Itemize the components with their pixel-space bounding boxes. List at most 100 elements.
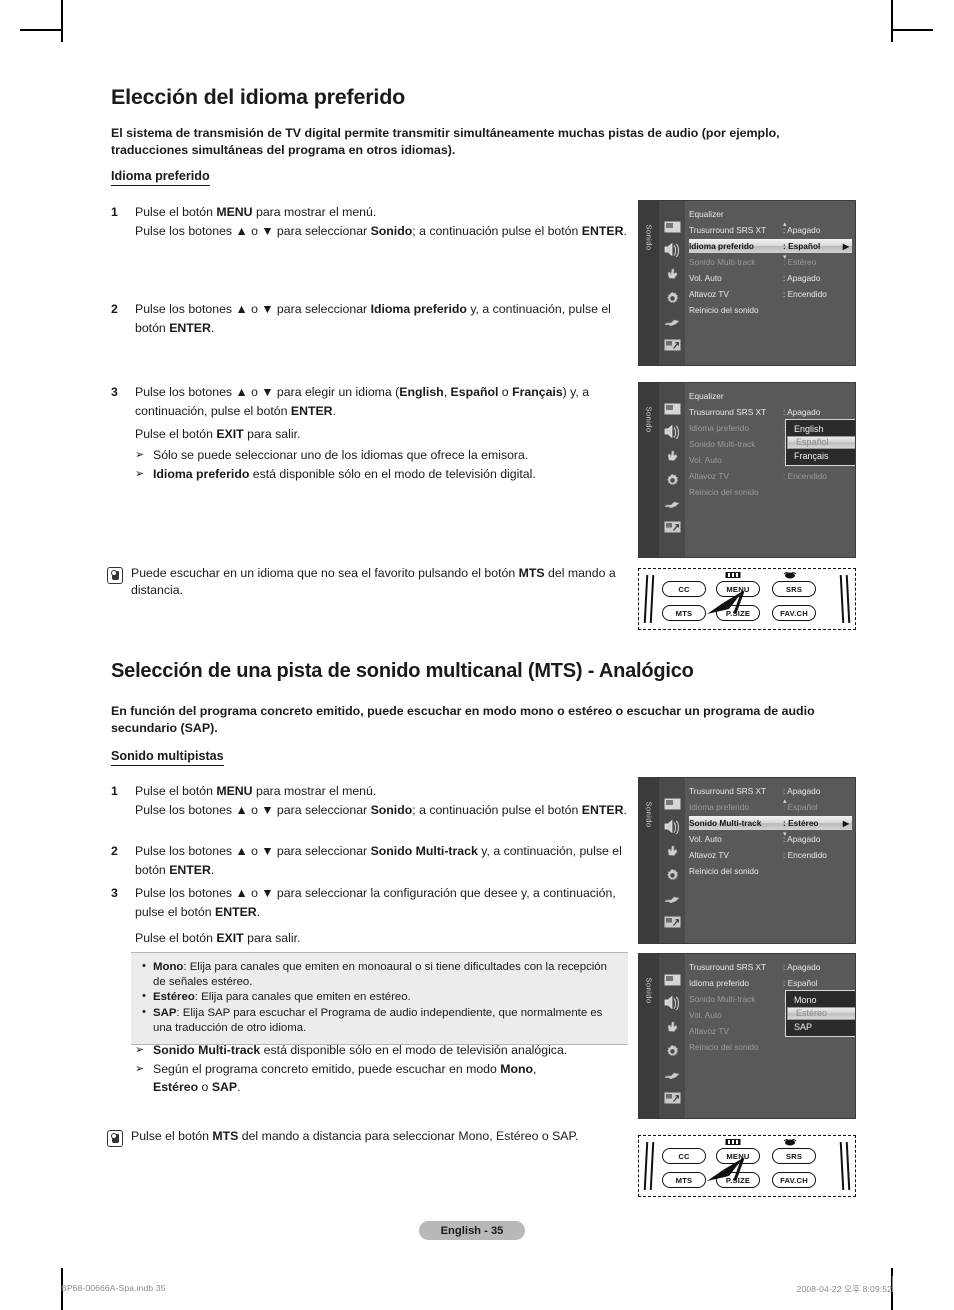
tv-menu-row[interactable]: Reinicio del sonido <box>689 303 852 316</box>
tv-menu-row[interactable]: Trusurround SRS XT: Apagado <box>689 223 852 236</box>
tv-menu-row[interactable]: Sonido Multi-track: Estéreo ▶ <box>689 816 852 830</box>
infobox-item: • Estéreo: Elija para canales que emiten… <box>141 990 618 1005</box>
tv-menu-row[interactable]: Altavoz TV: Encendido <box>689 848 852 861</box>
infobox-term: Estéreo <box>153 991 195 1004</box>
picture-icon[interactable] <box>662 796 682 811</box>
tv-menu-screenshot-4: Sonido Trusurround SRS XT: Apagado Idioma… <box>638 953 856 1119</box>
imprint-divider <box>892 1276 893 1292</box>
bullet-item: ➢ Idioma preferido está disponible sólo … <box>135 465 645 484</box>
scroll-caret-icon: ▴ <box>783 798 787 805</box>
step-key: Français <box>512 385 563 399</box>
arrow-bullet-icon: ➢ <box>135 449 145 461</box>
setup-icon[interactable] <box>662 868 682 883</box>
sound-icon[interactable] <box>662 424 682 439</box>
exit-text: para salir. <box>243 931 301 945</box>
channel-icon[interactable] <box>662 844 682 859</box>
step-key: ENTER <box>169 320 211 335</box>
step-number: 1 <box>111 205 118 219</box>
tv-menu-row[interactable]: Reinicio del sonido <box>689 485 852 498</box>
remote-button-favch[interactable]: FAV.CH <box>772 1172 816 1188</box>
tv-menu-row-value: : Encendido <box>783 288 827 299</box>
channel-icon[interactable] <box>662 267 682 282</box>
remote-button-srs[interactable]: SRS <box>772 581 816 597</box>
sound-icon[interactable] <box>662 242 682 257</box>
tv-icon-rail <box>659 778 685 943</box>
setup-icon[interactable] <box>662 1044 682 1059</box>
dropdown-option[interactable]: Español <box>787 436 855 449</box>
tv-menu-row[interactable]: Altavoz TV : Encendido <box>689 287 852 300</box>
support-icon[interactable] <box>662 337 682 352</box>
tv-menu-row[interactable]: Trusurround SRS XT: Apagado <box>689 784 852 797</box>
remote-body-edge <box>845 1141 851 1191</box>
tv-menu-row[interactable]: Vol. Auto: Apagado <box>689 271 852 284</box>
tv-menu-row-label: Idioma preferido <box>689 422 749 433</box>
step-text: para mostrar el menú. <box>252 205 377 219</box>
pointer-arrow-icon <box>699 1156 745 1193</box>
tv-menu-row-value: : Apagado <box>783 785 821 796</box>
srs-indicator-icon <box>782 1138 798 1148</box>
tv-menu-row[interactable]: Equalizer <box>689 389 852 402</box>
sound-icon[interactable] <box>662 819 682 834</box>
tv-menu-row-label: Altavoz TV <box>689 288 729 299</box>
setup-icon[interactable] <box>662 291 682 306</box>
cc-indicator-icon <box>725 1138 741 1148</box>
tv-menu-row-label: Reinicio del sonido <box>689 865 759 876</box>
support-icon[interactable] <box>662 519 682 534</box>
tv-menu-row[interactable]: Idioma preferido: Español <box>689 800 852 813</box>
tv-menu-row[interactable]: Equalizer <box>689 207 852 220</box>
bullet-bold: SAP <box>211 1080 238 1094</box>
step-text: o <box>498 385 513 399</box>
input-icon[interactable] <box>662 891 682 906</box>
support-icon[interactable] <box>662 1090 682 1105</box>
tv-menu-row[interactable]: Idioma preferido: Español ▶ <box>689 239 852 253</box>
dropdown-option[interactable]: Estéreo <box>787 1007 855 1020</box>
tv-menu-row-label: Vol. Auto <box>689 454 722 465</box>
tv-menu-row[interactable]: Trusurround SRS XT: Apagado <box>689 960 852 973</box>
tv-menu-list-3: Trusurround SRS XT: Apagado Idioma prefer… <box>685 778 855 943</box>
dropdown-option[interactable]: SAP <box>786 1020 855 1034</box>
tv-menu-row-label: Idioma preferido <box>689 977 749 988</box>
remote-button-favch[interactable]: FAV.CH <box>772 605 816 621</box>
cc-indicator-icon <box>725 571 741 581</box>
tv-menu-row-label: Vol. Auto <box>689 1009 722 1020</box>
mts-options-infobox: • Mono: Elija para canales que emiten en… <box>131 952 628 1046</box>
picture-icon[interactable] <box>662 972 682 987</box>
bullet-text: . <box>237 1080 241 1094</box>
dropdown-option[interactable]: Français <box>786 449 855 463</box>
mts-dropdown[interactable]: Mono Estéreo SAP <box>785 990 855 1037</box>
support-icon[interactable] <box>662 914 682 929</box>
tv-menu-row[interactable]: Altavoz TV: Encendido <box>689 469 852 482</box>
tv-menu-screenshot-3: Sonido Trusurround SRS XT: Apagado Idioma… <box>638 777 856 944</box>
input-icon[interactable] <box>662 496 682 511</box>
step-key: ENTER <box>215 904 257 919</box>
tv-menu-row-label: Equalizer <box>689 390 724 401</box>
language-dropdown[interactable]: English Español Français <box>785 419 855 466</box>
exit-text: para salir. <box>243 427 301 441</box>
tv-menu-row[interactable]: Sonido Multi-track: Estéreo <box>689 255 852 268</box>
input-icon[interactable] <box>662 314 682 329</box>
tv-sidebar-label: Sonido <box>644 224 654 251</box>
press-button-icon <box>107 1130 123 1147</box>
chevron-right-icon: ▶ <box>842 818 849 828</box>
tv-icon-rail <box>659 954 685 1118</box>
sound-icon[interactable] <box>662 995 682 1010</box>
picture-icon[interactable] <box>662 401 682 416</box>
tv-menu-row[interactable]: Trusurround SRS XT: Apagado <box>689 405 852 418</box>
remote-body-edge <box>839 1141 845 1191</box>
dropdown-option[interactable]: Mono <box>786 993 855 1007</box>
setup-icon[interactable] <box>662 473 682 488</box>
channel-icon[interactable] <box>662 1020 682 1035</box>
channel-icon[interactable] <box>662 449 682 464</box>
tv-menu-row[interactable]: Reinicio del sonido <box>689 1040 852 1053</box>
step-number: 2 <box>111 302 118 316</box>
input-icon[interactable] <box>662 1067 682 1082</box>
bullet-text: o <box>198 1080 212 1094</box>
tv-menu-row[interactable]: Idioma preferido: Español <box>689 976 852 989</box>
dropdown-option[interactable]: English <box>786 422 855 436</box>
bullet-item: ➢ Sólo se puede seleccionar uno de los i… <box>135 446 645 465</box>
picture-icon[interactable] <box>662 219 682 234</box>
tv-menu-row[interactable]: Reinicio del sonido <box>689 864 852 877</box>
tv-menu-row[interactable]: Vol. Auto: Apagado <box>689 832 852 845</box>
remote-button-srs[interactable]: SRS <box>772 1148 816 1164</box>
note-text: Puede escuchar en un idioma que no sea e… <box>131 566 519 580</box>
